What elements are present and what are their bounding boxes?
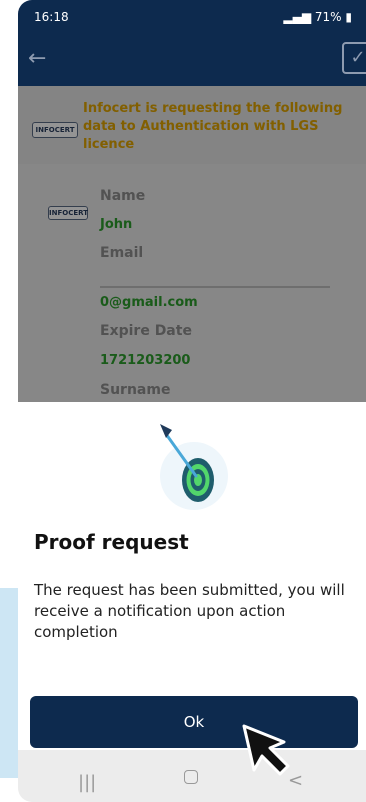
dialog-message: The request has been submitted, you will… <box>34 581 345 641</box>
back-arrow-icon[interactable]: ← <box>28 46 46 71</box>
status-time: 16:18 <box>34 10 69 24</box>
phone-screen: 16:18 ▂▄▆ 71% ▮ ← ✓ INFOCERT Infocert is… <box>18 0 366 802</box>
signal-icon: ▂▄▆ <box>283 10 312 24</box>
mouse-cursor-icon <box>242 724 290 776</box>
battery-level: 71% <box>314 10 342 24</box>
system-nav-bar: ||| < <box>18 750 366 802</box>
dialog-title: Proof request <box>34 530 189 554</box>
recents-button[interactable]: ||| <box>78 772 96 793</box>
home-icon[interactable] <box>184 770 198 784</box>
ok-button[interactable]: Ok <box>30 696 358 748</box>
checklist-icon[interactable]: ✓ <box>342 42 366 74</box>
target-icon <box>160 424 228 510</box>
battery-icon: ▮ <box>345 10 352 24</box>
status-icons: ▂▄▆ 71% ▮ <box>283 10 352 24</box>
app-bar: ← ✓ <box>18 34 366 86</box>
status-bar: 16:18 ▂▄▆ 71% ▮ <box>18 0 366 34</box>
dim-overlay <box>18 86 366 402</box>
